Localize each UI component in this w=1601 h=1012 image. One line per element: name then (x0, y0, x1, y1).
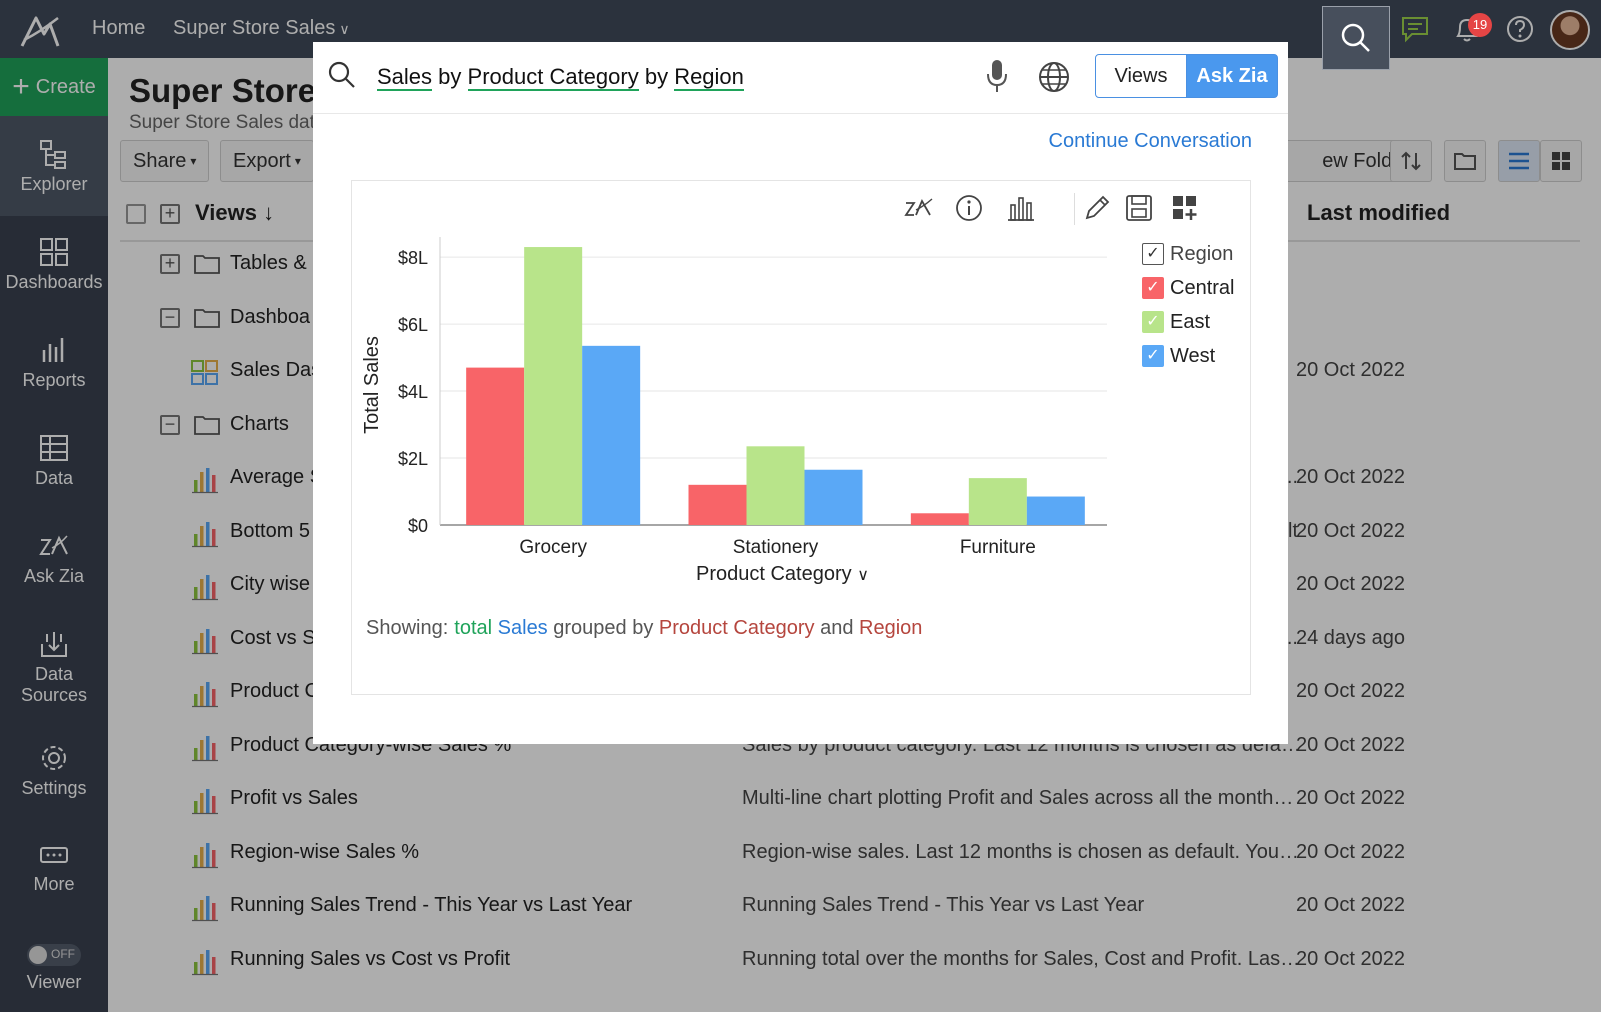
y-tick-label: $2L (398, 449, 428, 469)
chart-y-ticks: $0 $2L $4L $6L $8L (398, 248, 428, 536)
legend-header[interactable]: ✓ Region (1142, 237, 1234, 271)
checkbox-icon: ✓ (1142, 243, 1164, 265)
legend-item-central[interactable]: ✓ Central (1142, 271, 1234, 305)
showing-prefix: Showing: (366, 617, 449, 639)
query-token-by: by (638, 64, 675, 89)
info-icon[interactable] (954, 193, 984, 223)
legend-label: West (1170, 344, 1216, 367)
bar-furniture-central[interactable] (910, 513, 969, 525)
legend-label: Central (1170, 276, 1235, 299)
query-token-category: Product Category (467, 64, 639, 91)
microphone-icon[interactable] (983, 58, 1011, 94)
search-icon (1341, 23, 1370, 52)
bar-grocery-east[interactable] (524, 247, 583, 525)
legend-swatch: ✓ (1142, 345, 1164, 367)
legend-title: Region (1170, 242, 1234, 265)
legend-label: East (1170, 310, 1211, 333)
zia-chart-card: $0 $2L $4L $6L $8L Grocery Stationery Furnitur… (351, 180, 1251, 695)
notification-badge: 19 (1468, 13, 1492, 37)
x-axis-title-dropdown[interactable]: Product Category ∨ (696, 563, 869, 586)
search-icon (328, 61, 355, 88)
showing-summary: Showing: total Sales grouped by Product C… (366, 617, 922, 640)
legend-swatch: ✓ (1142, 311, 1164, 333)
bar-chart: $0 $2L $4L $6L $8L Grocery Stationery Furnitur… (361, 237, 1107, 557)
zia-insights-icon[interactable] (904, 193, 934, 223)
save-icon[interactable] (1124, 193, 1154, 223)
y-tick-label: $0 (408, 516, 428, 536)
showing-and: and (820, 617, 854, 639)
legend-item-east[interactable]: ✓ East (1142, 305, 1234, 339)
chart-x-ticks: Grocery Stationery Furniture (519, 537, 1035, 557)
x-tick-label: Grocery (519, 537, 587, 557)
bar-furniture-west[interactable] (1026, 496, 1085, 525)
edit-pencil-icon[interactable] (1082, 193, 1112, 223)
showing-measure: Sales (497, 617, 548, 639)
showing-grouped: grouped by (553, 617, 654, 639)
globe-icon[interactable] (1037, 60, 1071, 94)
query-token-measure: Sales (377, 64, 433, 91)
chevron-down-icon: ∨ (857, 567, 869, 584)
legend-swatch: ✓ (1142, 277, 1164, 299)
y-tick-label: $6L (398, 315, 428, 335)
x-tick-label: Stationery (733, 537, 819, 557)
x-axis-title: Product Category (696, 563, 852, 585)
add-to-dashboard-icon[interactable] (1170, 193, 1200, 223)
zia-search-bar: Sales by Product Category by Region View… (313, 42, 1288, 114)
y-tick-label: $8L (398, 248, 428, 268)
bar-stationery-central[interactable] (688, 484, 747, 525)
bar-stationery-west[interactable] (804, 469, 863, 525)
query-token-by: by (432, 64, 468, 89)
bar-grocery-central[interactable] (466, 367, 525, 525)
showing-category: Product Category (658, 617, 815, 639)
showing-total: total (454, 617, 493, 639)
continue-conversation-link[interactable]: Continue Conversation (1049, 130, 1252, 153)
query-token-region: Region (674, 64, 744, 91)
showing-region: Region (859, 617, 923, 639)
x-tick-label: Furniture (960, 537, 1036, 557)
zia-query-input[interactable]: Sales by Product Category by Region (377, 64, 744, 91)
ask-zia-tab[interactable]: Ask Zia (1186, 54, 1278, 98)
ask-zia-panel: Sales by Product Category by Region View… (313, 42, 1288, 744)
bar-stationery-east[interactable] (746, 446, 805, 525)
chart-bars (466, 247, 1085, 525)
y-axis-title: Total Sales (361, 336, 383, 434)
toolbar-divider (1074, 193, 1075, 225)
chart-legend: ✓ Region ✓ Central ✓ East ✓ West (1142, 237, 1234, 373)
global-search-button[interactable] (1322, 6, 1390, 70)
y-tick-label: $4L (398, 382, 428, 402)
bar-grocery-west[interactable] (582, 345, 641, 525)
legend-item-west[interactable]: ✓ West (1142, 339, 1234, 373)
views-tab[interactable]: Views (1095, 54, 1187, 98)
chart-type-icon[interactable] (1006, 193, 1036, 223)
bar-furniture-east[interactable] (968, 478, 1027, 525)
